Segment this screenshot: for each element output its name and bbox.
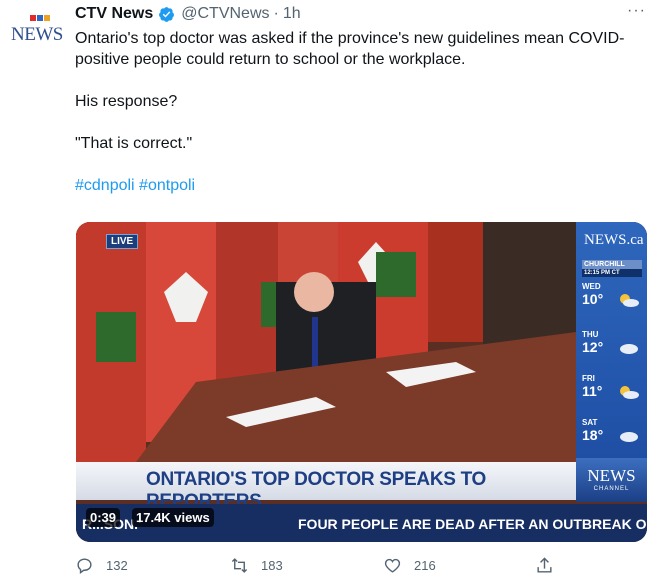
weather-city: CHURCHILL	[582, 260, 642, 269]
partly-cloudy-icon	[620, 294, 639, 307]
hashtag-links[interactable]: #cdnpoli #ontpoli	[75, 175, 635, 196]
avatar-ctv-news[interactable]: NEWS	[8, 10, 63, 45]
share-button[interactable]	[535, 556, 554, 575]
weather-day: SAT 18°	[582, 418, 642, 456]
headline-banner: ONTARIO'S TOP DOCTOR SPEAKS TO REPORTERS	[76, 462, 576, 512]
retweet-button[interactable]: 183	[230, 556, 283, 575]
avatar-logo-text: NEWS	[11, 24, 63, 45]
weather-logo: NEWS.ca	[584, 232, 644, 248]
video-player[interactable]: LIVE NEWS.ca CHURCHILL 12:15 PM CT WED 1…	[76, 222, 647, 542]
heart-icon	[384, 558, 401, 573]
weather-clock: 12:15 PM CT	[582, 269, 642, 277]
weather-day-name: THU	[582, 330, 599, 339]
tweet-actions: 132 183 216	[75, 556, 635, 580]
weather-day-name: WED	[582, 282, 601, 291]
like-count: 216	[414, 558, 436, 573]
ticker-text-right: FOUR PEOPLE ARE DEAD AFTER AN OUTBREAK O	[298, 516, 647, 532]
tweet-paragraph: His response?	[75, 93, 178, 110]
cloudy-icon	[620, 344, 638, 354]
retweet-icon	[231, 558, 248, 573]
reply-count: 132	[106, 558, 128, 573]
live-badge: LIVE	[106, 234, 139, 249]
partly-cloudy-icon	[620, 386, 639, 399]
author-handle[interactable]: @CTVNews	[181, 5, 269, 23]
video-duration: 0:39	[86, 508, 121, 527]
video-view-count: 17.4K views	[132, 508, 214, 527]
retweet-count: 183	[261, 558, 283, 573]
weather-day: FRI 11°	[582, 374, 642, 412]
tweet-text: Ontario's top doctor was asked if the pr…	[75, 28, 635, 196]
separator-dot: ·	[273, 5, 279, 22]
weather-day-name: SAT	[582, 418, 598, 427]
reply-button[interactable]: 132	[75, 556, 128, 575]
author-name[interactable]: CTV News	[75, 5, 153, 23]
tweet-paragraph: Ontario's top doctor was asked if the pr…	[75, 30, 625, 68]
channel-logo-text: NEWS	[587, 466, 636, 485]
tweet-timestamp[interactable]: 1h	[283, 5, 301, 23]
news-channel-logo: NEWS CHANNEL	[576, 458, 647, 502]
ctv-logo-icon	[30, 15, 50, 21]
weather-day: WED 10°	[582, 282, 642, 320]
channel-logo-sub: CHANNEL	[593, 486, 630, 492]
cloudy-icon	[620, 432, 638, 442]
verified-badge-icon	[159, 6, 175, 22]
tweet-paragraph: "That is correct."	[75, 135, 193, 152]
like-button[interactable]: 216	[383, 556, 436, 575]
reply-icon	[77, 558, 92, 575]
share-icon	[537, 557, 552, 573]
weather-panel: NEWS.ca CHURCHILL 12:15 PM CT WED 10° TH…	[576, 222, 647, 458]
weather-day: THU 12°	[582, 330, 642, 368]
weather-day-name: FRI	[582, 374, 595, 383]
tweet-header: CTV News @CTVNews · 1h	[75, 3, 640, 25]
more-options-icon[interactable]: ···	[627, 2, 646, 20]
